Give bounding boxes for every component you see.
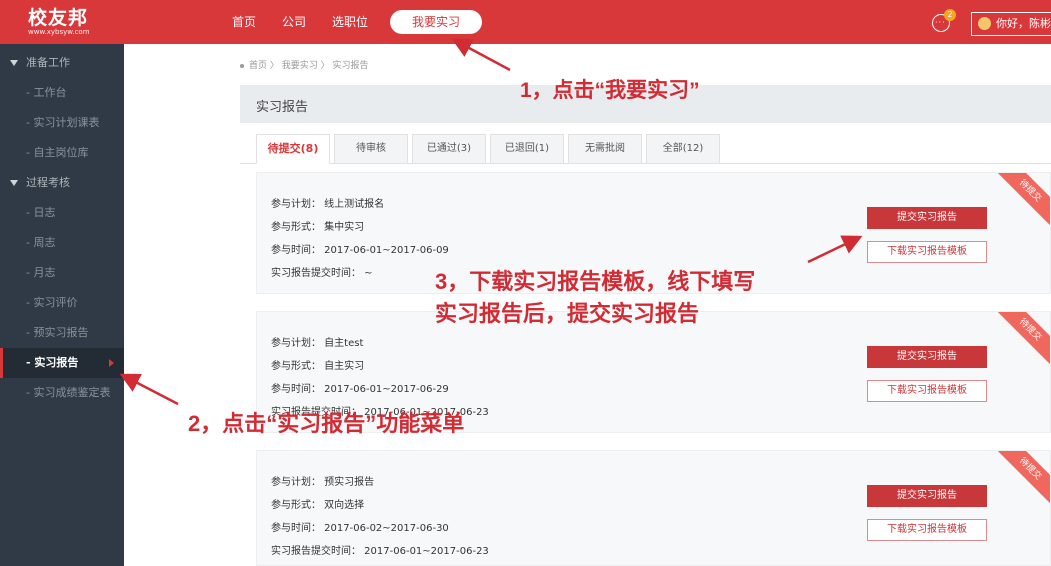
caret-down-icon (10, 180, 18, 186)
submit-report-button[interactable]: 提交实习报告 (867, 207, 987, 229)
sidebar-group-label: 准备工作 (26, 56, 70, 69)
sidebar-item-plan-schedule[interactable]: - 实习计划课表 (0, 108, 124, 138)
page-title: 实习报告 (256, 100, 309, 115)
sidebar-item-evaluation[interactable]: - 实习评价 (0, 288, 124, 318)
nav-jobs[interactable]: 选职位 (332, 10, 368, 34)
download-template-button[interactable]: 下载实习报告模板 (867, 380, 987, 402)
form-row: 参与形式： 集中实习 (271, 222, 365, 233)
nav-company[interactable]: 公司 (282, 10, 306, 34)
form-row: 参与形式： 双向选择 (271, 500, 365, 511)
annotation-step3-line1: 3，下载实习报告模板，线下填写 (435, 269, 756, 294)
sidebar-item-label: - 实习报告 (26, 356, 79, 369)
download-template-button[interactable]: 下载实习报告模板 (867, 519, 987, 541)
annotation-step2: 2，点击“实习报告”功能菜单 (188, 411, 465, 436)
sidebar-item-report[interactable]: - 实习报告 (0, 348, 124, 378)
sidebar-item-job-library[interactable]: - 自主岗位库 (0, 138, 124, 168)
plan-row: 参与计划： 预实习报告 (271, 477, 375, 488)
nav-home[interactable]: 首页 (232, 10, 256, 34)
sidebar-item-pre-report[interactable]: - 预实习报告 (0, 318, 124, 348)
status-ribbon-label: 待提交 (994, 312, 1050, 367)
avatar (978, 17, 991, 30)
tab-no-review[interactable]: 无需批阅 (568, 134, 642, 164)
status-ribbon: 待提交 (994, 451, 1050, 507)
tab-pending-submit[interactable]: 待提交(8) (256, 134, 330, 164)
submit-time-row: 实习报告提交时间： 2017-06-01~2017-06-23 (271, 546, 489, 557)
status-ribbon: 待提交 (994, 173, 1050, 229)
sidebar-group-process[interactable]: 过程考核 (0, 168, 124, 198)
report-card: 参与计划： 预实习报告 参与形式： 双向选择 参与时间： 2017-06-02~… (256, 450, 1051, 566)
time-row: 参与时间： 2017-06-02~2017-06-30 (271, 523, 449, 534)
nav-internship[interactable]: 我要实习 (390, 10, 483, 34)
logo-url: www.xybsyw.com (28, 28, 90, 36)
tab-pending-review[interactable]: 待审核 (334, 134, 408, 164)
breadcrumb: 首页 〉 我要实习 〉 实习报告 (240, 58, 369, 71)
submit-time-row: 实习报告提交时间： ~ (271, 268, 373, 279)
top-bar: 校友邦 www.xybsyw.com 首页 公司 选职位 我要实习 ··· 2 … (0, 0, 1051, 44)
user-greeting: 你好，陈彬 (996, 17, 1051, 30)
caret-down-icon (10, 60, 18, 66)
user-menu[interactable]: 你好，陈彬 (971, 12, 1051, 36)
caret-right-icon (109, 359, 114, 367)
time-row: 参与时间： 2017-06-01~2017-06-09 (271, 245, 449, 256)
breadcrumb-current: 实习报告 (332, 61, 369, 71)
sidebar: 准备工作 - 工作台 - 实习计划课表 - 自主岗位库 过程考核 - 日志 - … (0, 44, 124, 566)
sidebar-item-workbench[interactable]: - 工作台 (0, 78, 124, 108)
bullet-icon (240, 63, 244, 68)
sidebar-item-grade-form[interactable]: - 实习成绩鉴定表 (0, 378, 124, 408)
status-ribbon-label: 待提交 (994, 451, 1050, 506)
form-row: 参与形式： 自主实习 (271, 361, 365, 372)
main-nav: 首页 公司 选职位 我要实习 (232, 0, 508, 44)
breadcrumb-home[interactable]: 首页 (249, 61, 267, 71)
tab-returned[interactable]: 已退回(1) (490, 134, 564, 164)
annotation-step1: 1，点击“我要实习” (520, 79, 700, 102)
tab-all[interactable]: 全部(12) (646, 134, 720, 164)
status-ribbon: 待提交 (994, 312, 1050, 368)
status-ribbon-label: 待提交 (994, 173, 1050, 228)
breadcrumb-internship[interactable]: 我要实习 (282, 61, 318, 71)
time-row: 参与时间： 2017-06-01~2017-06-29 (271, 384, 449, 395)
arrow-to-nav-internship (451, 38, 511, 72)
submit-report-button[interactable]: 提交实习报告 (867, 346, 987, 368)
sidebar-group-label: 过程考核 (26, 176, 70, 189)
plan-row: 参与计划： 线上测试报名 (271, 199, 385, 210)
download-template-button[interactable]: 下载实习报告模板 (867, 241, 987, 263)
message-icon[interactable]: ··· 2 (932, 9, 956, 32)
tab-approved[interactable]: 已通过(3) (412, 134, 486, 164)
message-dots: ··· (935, 18, 946, 27)
annotation-step3: 3，下载实习报告模板，线下填写 实习报告后，提交实习报告 (435, 266, 755, 330)
plan-row: 参与计划： 自主test (271, 338, 364, 349)
sidebar-item-daily-log[interactable]: - 日志 (0, 198, 124, 228)
submit-report-button[interactable]: 提交实习报告 (867, 485, 987, 507)
message-badge: 2 (944, 9, 956, 21)
sidebar-item-weekly-log[interactable]: - 周志 (0, 228, 124, 258)
arrow-to-sidebar-report (119, 373, 179, 406)
sidebar-group-prepare[interactable]: 准备工作 (0, 48, 124, 78)
status-tabs: 待提交(8) 待审核 已通过(3) 已退回(1) 无需批阅 全部(12) (256, 134, 724, 164)
logo-text: 校友邦 (28, 7, 89, 29)
annotation-step3-line2: 实习报告后，提交实习报告 (435, 301, 700, 326)
sidebar-item-monthly-log[interactable]: - 月志 (0, 258, 124, 288)
logo[interactable]: 校友邦 www.xybsyw.com (28, 8, 90, 37)
